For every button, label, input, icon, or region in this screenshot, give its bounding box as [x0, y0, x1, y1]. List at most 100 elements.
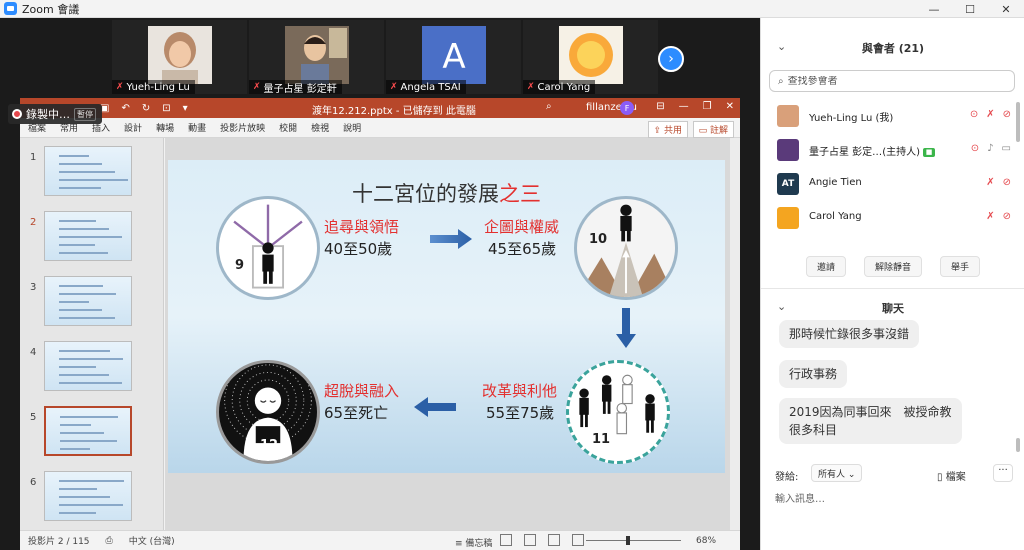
thumbnail-line — [59, 382, 122, 384]
ribbon-tab[interactable]: 檢視 — [311, 121, 329, 134]
undo-icon[interactable]: ↶ — [121, 103, 129, 114]
customize-icon[interactable]: ▾ — [183, 103, 188, 114]
ribbon-tab[interactable]: 設計 — [124, 121, 142, 134]
notes-button[interactable]: ≡ 備忘稿 — [455, 536, 492, 549]
slide-scrollbar[interactable] — [730, 138, 740, 530]
normal-view-icon[interactable] — [500, 534, 512, 546]
ppt-close-icon[interactable]: ✕ — [726, 101, 734, 112]
ppt-restore-icon[interactable]: ❐ — [703, 101, 712, 112]
participant-row[interactable]: K✗⊘ — [761, 236, 1017, 240]
participant-search[interactable]: ⌕ — [769, 70, 1015, 92]
ribbon-tab[interactable]: 轉場 — [156, 121, 174, 134]
slide-thumbnail[interactable]: 5 — [20, 406, 164, 460]
recording-badge[interactable]: 錄製中… 暫停 — [8, 104, 102, 124]
participant-row[interactable]: Yueh-Ling Lu (我) ⊙ ✗ ⊘ — [761, 100, 1017, 132]
house-9-illustration — [216, 196, 320, 300]
comments-button[interactable]: ▭ 註解 — [692, 121, 734, 138]
current-slide[interactable]: 十二宮位的發展之三 9 追尋與領悟 40至50歲 企圖與權威 45至65歲 10… — [168, 160, 725, 473]
thumbnail-line — [59, 252, 108, 254]
slide-thumbnail[interactable]: 4 — [20, 341, 164, 395]
avatar — [777, 139, 799, 161]
pause-recording-button[interactable]: 暫停 — [74, 107, 96, 121]
next-page-button[interactable]: › — [658, 46, 684, 72]
reading-view-icon[interactable] — [548, 534, 560, 546]
mic-muted-icon: ✗ — [986, 177, 995, 188]
zoom-logo-icon — [4, 2, 17, 15]
thumbnail-line — [59, 480, 124, 482]
ppt-window-controls: ⊟ — ❐ ✕ — [656, 101, 734, 112]
powerpoint-window: ▣ ↶ ↻ ⊡ ▾ 渡年12.212.pptx - 已儲存到 此電腦 ⌕ fil… — [20, 98, 740, 550]
slide-thumbnail[interactable]: 6 — [20, 471, 164, 525]
ribbon-tab[interactable]: 動畫 — [188, 121, 206, 134]
chat-input[interactable] — [775, 490, 1015, 508]
screen-share-icon: ⊙ — [970, 143, 980, 154]
file-button[interactable]: ▯ 檔案 — [937, 468, 966, 483]
side-panel: ⌄ 與會者 (21) ⌕ Yueh-Ling Lu (我)⊙✗⊘量子占星 彭定…… — [760, 18, 1024, 550]
tile-name: ✗ Angela TSAI — [386, 80, 466, 94]
zoom-slider[interactable] — [586, 536, 681, 545]
chat-scrollbar[interactable] — [1016, 438, 1020, 452]
maximize-icon[interactable]: ☐ — [952, 0, 988, 18]
video-tile[interactable]: ✗ Carol Yang — [523, 20, 658, 94]
slide-thumbnail[interactable]: 2 — [20, 211, 164, 265]
participant-status-icons: ✗ ⊘ — [986, 177, 1011, 188]
zoom-thumb[interactable] — [626, 536, 630, 545]
chevron-down-icon: ⌄ — [847, 470, 856, 480]
participant-scrollbar[interactable] — [1016, 102, 1020, 142]
ribbon-tab[interactable]: 說明 — [343, 121, 361, 134]
meeting-view: ✗ Yueh-Ling Lu ✗ 量子占星 彭定軒 A ✗ Angela TSAI — [0, 18, 760, 550]
participant-name: Carol Yang — [809, 211, 862, 222]
close-icon[interactable]: ✕ — [988, 0, 1024, 18]
zoom-window: Zoom 會議 — ☐ ✕ ✗ Yueh-Ling Lu ✗ 量子占星 彭定軒 … — [0, 0, 1024, 550]
thumbnail-line — [59, 358, 123, 360]
slide-thumbnail[interactable]: 3 — [20, 276, 164, 330]
mic-muted-icon: ✗ — [116, 82, 124, 92]
thumbnail-line — [60, 432, 104, 434]
block-years: 40至50歲 — [324, 240, 393, 258]
accessibility-icon[interactable]: ⎙ — [106, 536, 113, 546]
participant-status-icons: ⊙ ✗ ⊘ — [970, 109, 1011, 120]
thumbnail-line — [59, 309, 102, 311]
redo-icon[interactable]: ↻ — [142, 103, 150, 114]
user-avatar[interactable]: F — [620, 101, 634, 115]
slideshow-icon[interactable] — [572, 534, 584, 546]
panel-divider — [761, 288, 1024, 289]
thumbnail-line — [60, 448, 90, 450]
slide-thumbnail[interactable]: 1 — [20, 146, 164, 200]
slide-thumbnails: 1 2 3 4 5 6 — [20, 138, 164, 530]
video-off-icon: ⊘ — [1002, 177, 1011, 188]
unmute-all-button[interactable]: 解除靜音 — [863, 256, 922, 277]
participant-row[interactable]: AT Angie Tien ✗ ⊘ — [761, 168, 1017, 200]
ribbon-display-icon[interactable]: ⊟ — [656, 101, 664, 112]
house-10-illustration — [574, 196, 678, 300]
window-title: Zoom 會議 — [22, 2, 80, 16]
present-icon[interactable]: ⊡ — [162, 103, 170, 114]
participant-video — [147, 26, 212, 84]
send-to-dropdown[interactable]: 所有人 ⌄ — [811, 464, 863, 482]
video-tile[interactable]: ✗ Yueh-Ling Lu — [112, 20, 247, 94]
participant-search-input[interactable] — [787, 75, 988, 87]
more-options-button[interactable]: ··· — [993, 464, 1013, 482]
search-icon[interactable]: ⌕ — [546, 101, 552, 112]
participant-row[interactable]: Carol Yang ✗ ⊘ — [761, 202, 1017, 234]
video-tile[interactable]: A ✗ Angela TSAI — [386, 20, 521, 94]
minimize-icon[interactable]: — — [916, 0, 952, 18]
participant-name: Yueh-Ling Lu (我) — [809, 113, 894, 124]
invite-button[interactable]: 邀請 — [805, 256, 846, 277]
ribbon-tab[interactable]: 投影片放映 — [220, 121, 265, 134]
slide-sorter-icon[interactable] — [524, 534, 536, 546]
ppt-minimize-icon[interactable]: — — [679, 101, 689, 112]
thumbnail-number: 1 — [30, 152, 37, 163]
raise-hand-button[interactable]: 舉手 — [940, 256, 981, 277]
share-button[interactable]: ⇪ 共用 — [647, 121, 688, 138]
video-tile[interactable]: ✗ 量子占星 彭定軒 — [249, 20, 384, 94]
quick-access-toolbar: ▣ ↶ ↻ ⊡ ▾ — [100, 103, 188, 114]
thumbnail-line — [59, 496, 110, 498]
zoom-level[interactable]: 68% — [696, 536, 716, 546]
language-status[interactable]: 中文 (台灣) — [129, 534, 175, 547]
search-icon: ⌕ — [778, 75, 784, 87]
participant-row[interactable]: 量子占星 彭定…(主持人) ■ ⊙ ♪ ▭ — [761, 134, 1017, 166]
screen-share-icon: ⊙ — [969, 109, 979, 120]
ribbon-tab[interactable]: 校閱 — [279, 121, 297, 134]
chat-header: 聊天 — [882, 302, 904, 315]
